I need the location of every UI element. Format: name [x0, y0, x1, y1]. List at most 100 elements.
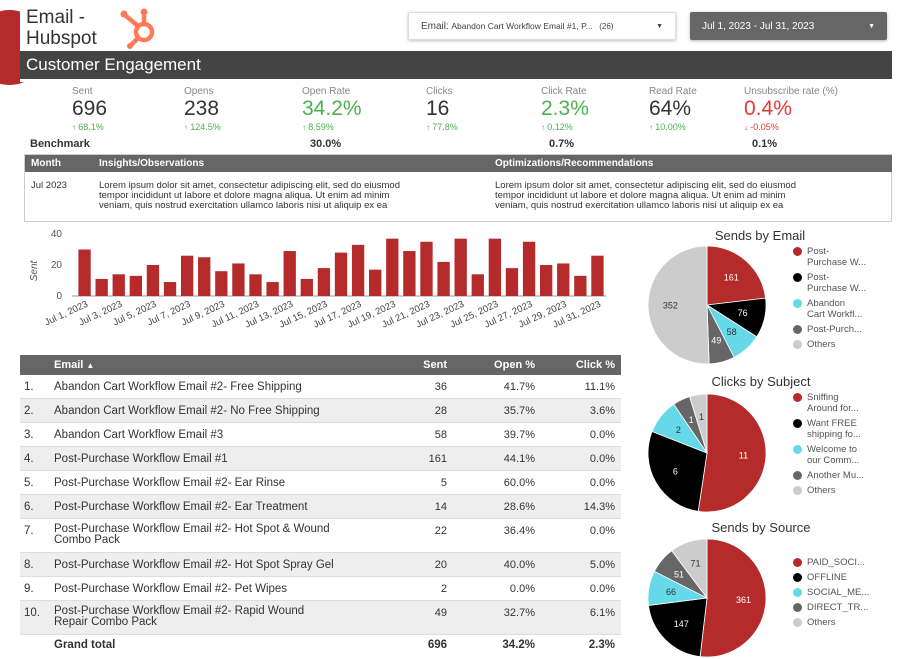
date-range-text: Jul 1, 2023 - Jul 31, 2023: [702, 20, 815, 32]
pie-title-sends-source: Sends by Source: [711, 520, 811, 535]
bar[interactable]: [180, 255, 194, 296]
bar[interactable]: [386, 238, 399, 296]
click-rate-value: 0.0%: [589, 477, 615, 489]
pie-slice[interactable]: [697, 393, 767, 513]
kpi-delta: ↑ 124.5%: [184, 122, 221, 132]
legend-swatch: [793, 393, 802, 402]
legend-item[interactable]: PAID_SOCI...: [793, 557, 869, 568]
table-row[interactable]: 8. Post-Purchase Workflow Email #2- Hot S…: [20, 553, 621, 577]
email-table: Email ▲ Sent Open % Click % 1. Abandon Ca…: [20, 355, 621, 655]
bar[interactable]: [351, 244, 365, 296]
legend-swatch: [793, 419, 802, 428]
table-row[interactable]: 10. Post-Purchase Workflow Email #2- Rapi…: [20, 601, 621, 635]
open-rate-value: 28.6%: [503, 501, 535, 513]
pie-clicks-by-subject: 11621 1: [647, 393, 767, 513]
bar[interactable]: [574, 275, 587, 296]
legend-item[interactable]: OFFLINE: [793, 572, 869, 583]
bar[interactable]: [591, 255, 604, 296]
date-range-picker[interactable]: Jul 1, 2023 - Jul 31, 2023 ▼: [690, 12, 887, 40]
bar[interactable]: [488, 238, 502, 296]
bar[interactable]: [129, 275, 142, 296]
legend-item[interactable]: DIRECT_TR...: [793, 602, 869, 613]
legend-swatch: [793, 471, 802, 480]
title-line-1: Email -: [26, 7, 86, 28]
table-row[interactable]: 3. Abandon Cart Workflow Email #3 58 39.7% 0…: [20, 423, 621, 447]
hubspot-logo-icon: [120, 8, 155, 49]
legend-label: our Comm...: [807, 455, 860, 466]
bar[interactable]: [420, 241, 433, 296]
table-row[interactable]: 9. Post-Purchase Workflow Email #2- Pet W…: [20, 577, 621, 601]
table-row[interactable]: 5. Post-Purchase Workflow Email #2- Ear R…: [20, 471, 621, 495]
bar[interactable]: [369, 269, 382, 296]
bar[interactable]: [540, 265, 553, 296]
legend-label: Others: [807, 485, 836, 496]
bar[interactable]: [78, 249, 91, 297]
legend-label: Post-: [807, 246, 830, 257]
legend-swatch: [793, 325, 802, 334]
legend-item[interactable]: SOCIAL_ME...: [793, 587, 869, 598]
legend-item[interactable]: Sniffing Around for...: [793, 392, 864, 414]
bar[interactable]: [215, 271, 228, 296]
page-title: Email - Hubspot: [26, 7, 97, 49]
bar[interactable]: [454, 238, 467, 296]
legend-item[interactable]: Others: [793, 339, 866, 350]
bar[interactable]: [266, 282, 279, 296]
table-row[interactable]: 1. Abandon Cart Workflow Email #2- Free S…: [20, 375, 621, 399]
bar[interactable]: [437, 261, 450, 296]
legend-item[interactable]: Post- Purchase W...: [793, 246, 866, 268]
table-row[interactable]: 4. Post-Purchase Workflow Email #1 161 44.1…: [20, 447, 621, 471]
legend-item[interactable]: Another Mu...: [793, 470, 864, 481]
header-email[interactable]: Email ▲: [54, 359, 94, 371]
email-filter-dropdown[interactable]: Email: Abandon Cart Workflow Email #1, P…: [408, 12, 676, 40]
bar[interactable]: [249, 274, 262, 296]
pie-slice-label: 147: [674, 619, 689, 629]
bar[interactable]: [232, 263, 245, 296]
header-open[interactable]: Open %: [494, 359, 535, 371]
bar[interactable]: [146, 265, 160, 296]
bar[interactable]: [471, 274, 484, 296]
bar[interactable]: [283, 251, 296, 296]
insights-header-observations: Insights/Observations: [91, 155, 491, 172]
bar[interactable]: [334, 252, 348, 296]
kpi-label: Click Rate: [541, 86, 587, 97]
bar[interactable]: [300, 278, 313, 296]
legend-label: Around for...: [807, 403, 859, 414]
pie-slice[interactable]: [699, 538, 767, 658]
legend-item[interactable]: Welcome to our Comm...: [793, 444, 864, 466]
bar[interactable]: [198, 257, 211, 296]
bar[interactable]: [403, 251, 416, 296]
benchmark-label: Benchmark: [30, 138, 90, 150]
table-row[interactable]: 7. Post-Purchase Workflow Email #2- Hot S…: [20, 519, 621, 553]
pie-slice-label: 66: [666, 587, 676, 597]
click-rate-value: 6.1%: [589, 607, 615, 619]
table-row[interactable]: 2. Abandon Cart Workflow Email #2- No Fre…: [20, 399, 621, 423]
y-tick-label: 20: [51, 260, 63, 271]
kpi-card: Open Rate 34.2% ↑ 8.59%: [302, 86, 362, 132]
bar[interactable]: [522, 241, 536, 296]
pie-slice-label: 11: [739, 451, 748, 461]
legend-item[interactable]: Post- Purchase W...: [793, 272, 866, 294]
header-sent[interactable]: Sent: [423, 359, 447, 371]
legend-item[interactable]: Abandon Cart Workfl...: [793, 298, 866, 320]
pie-slice[interactable]: [647, 245, 710, 365]
bar[interactable]: [557, 263, 570, 296]
bar[interactable]: [317, 268, 331, 296]
legend-item[interactable]: Others: [793, 485, 864, 496]
bar[interactable]: [163, 282, 177, 296]
row-number: 6.: [24, 501, 34, 513]
bar[interactable]: [95, 278, 108, 296]
bar[interactable]: [112, 274, 125, 296]
table-row[interactable]: 6. Post-Purchase Workflow Email #2- Ear T…: [20, 495, 621, 519]
email-name: Post-Purchase Workflow Email #2- Ear Tre…: [54, 501, 308, 513]
kpi-delta: ↓ -0.05%: [744, 122, 838, 132]
legend-item[interactable]: Want FREE shipping fo...: [793, 418, 864, 440]
kpi-card: Opens 238 ↑ 124.5%: [184, 86, 221, 132]
click-rate-value: 0.0%: [589, 429, 615, 441]
header-click[interactable]: Click %: [576, 359, 615, 371]
bar[interactable]: [505, 268, 519, 296]
pie-slice-label: 1: [699, 412, 704, 422]
email-name: Post-Purchase Workflow Email #2- Pet Wip…: [54, 583, 288, 595]
pie-slice-label: 1: [689, 415, 694, 425]
legend-item[interactable]: Others: [793, 617, 869, 628]
legend-item[interactable]: Post-Purch...: [793, 324, 866, 335]
